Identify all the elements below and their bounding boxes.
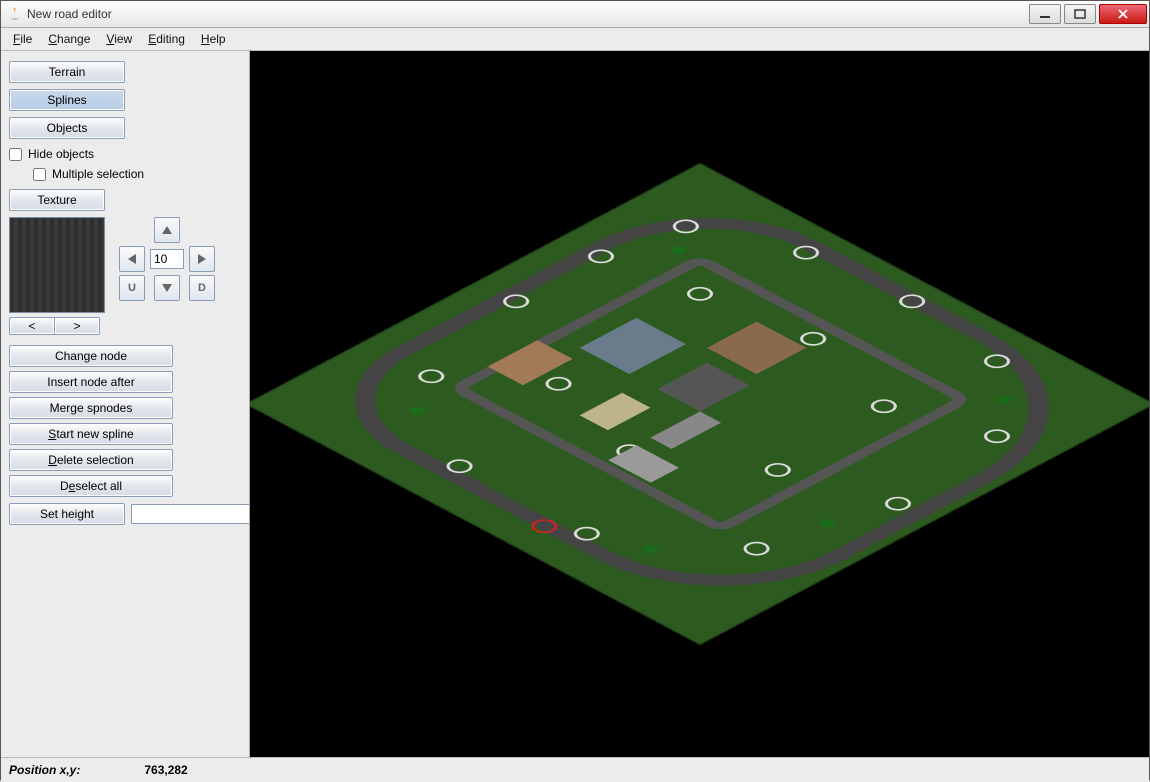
- sidebar: Terrain Splines Objects Hide objects Mul…: [1, 51, 249, 757]
- menubar: File Change View Editing Help: [1, 28, 1149, 51]
- multiple-selection-input[interactable]: [33, 168, 46, 181]
- objects-button[interactable]: Objects: [9, 117, 125, 139]
- titlebar: New road editor: [1, 1, 1149, 28]
- texture-button[interactable]: Texture: [9, 189, 105, 211]
- status-coords: 763,282: [144, 763, 187, 777]
- maximize-button[interactable]: [1064, 4, 1096, 24]
- set-height-row: Set height: [9, 501, 241, 527]
- terrain-button[interactable]: Terrain: [9, 61, 125, 83]
- hide-objects-input[interactable]: [9, 148, 22, 161]
- hide-objects-label: Hide objects: [28, 147, 94, 161]
- menu-change[interactable]: Change: [40, 29, 98, 49]
- start-new-spline-button[interactable]: Start new spline: [9, 423, 173, 445]
- menu-help[interactable]: Help: [193, 29, 234, 49]
- texture-next-button[interactable]: >: [54, 317, 100, 335]
- nav-u-button[interactable]: U: [119, 275, 145, 301]
- menu-file[interactable]: File: [5, 29, 40, 49]
- hide-objects-checkbox[interactable]: Hide objects: [9, 147, 241, 161]
- texture-swatch[interactable]: [9, 217, 105, 313]
- deselect-all-button[interactable]: Deselect all: [9, 475, 173, 497]
- merge-spnodes-button[interactable]: Merge spnodes: [9, 397, 173, 419]
- spline-actions: Change node Insert node after Merge spno…: [9, 345, 241, 497]
- close-button[interactable]: [1099, 4, 1147, 24]
- nav-step-input[interactable]: [150, 249, 184, 269]
- multiple-selection-checkbox[interactable]: Multiple selection: [33, 167, 241, 181]
- splines-button[interactable]: Splines: [9, 89, 125, 111]
- window-controls: [1026, 4, 1147, 24]
- java-icon: [7, 6, 23, 22]
- change-node-button[interactable]: Change node: [9, 345, 173, 367]
- scene-3d: [250, 51, 1149, 757]
- texture-prev-button[interactable]: <: [9, 317, 54, 335]
- delete-selection-button[interactable]: Delete selection: [9, 449, 173, 471]
- content-area: Terrain Splines Objects Hide objects Mul…: [1, 51, 1149, 757]
- nav-left-button[interactable]: [119, 246, 145, 272]
- minimize-button[interactable]: [1029, 4, 1061, 24]
- nav-d-button[interactable]: D: [189, 275, 215, 301]
- statusbar: Position x,y: 763,282: [1, 757, 1149, 782]
- app-window: New road editor File Change View Editing…: [0, 0, 1150, 780]
- nav-down-button[interactable]: [154, 275, 180, 301]
- viewport[interactable]: [249, 51, 1149, 757]
- menu-editing[interactable]: Editing: [140, 29, 193, 49]
- status-label: Position x,y:: [9, 763, 80, 777]
- nav-up-button[interactable]: [154, 217, 180, 243]
- window-title: New road editor: [27, 7, 1026, 21]
- multiple-selection-label: Multiple selection: [52, 167, 144, 181]
- insert-node-after-button[interactable]: Insert node after: [9, 371, 173, 393]
- nav-right-button[interactable]: [189, 246, 215, 272]
- menu-view[interactable]: View: [98, 29, 140, 49]
- nav-pad: U D: [119, 217, 215, 301]
- set-height-button[interactable]: Set height: [9, 503, 125, 525]
- texture-controls: < > U D: [9, 217, 241, 337]
